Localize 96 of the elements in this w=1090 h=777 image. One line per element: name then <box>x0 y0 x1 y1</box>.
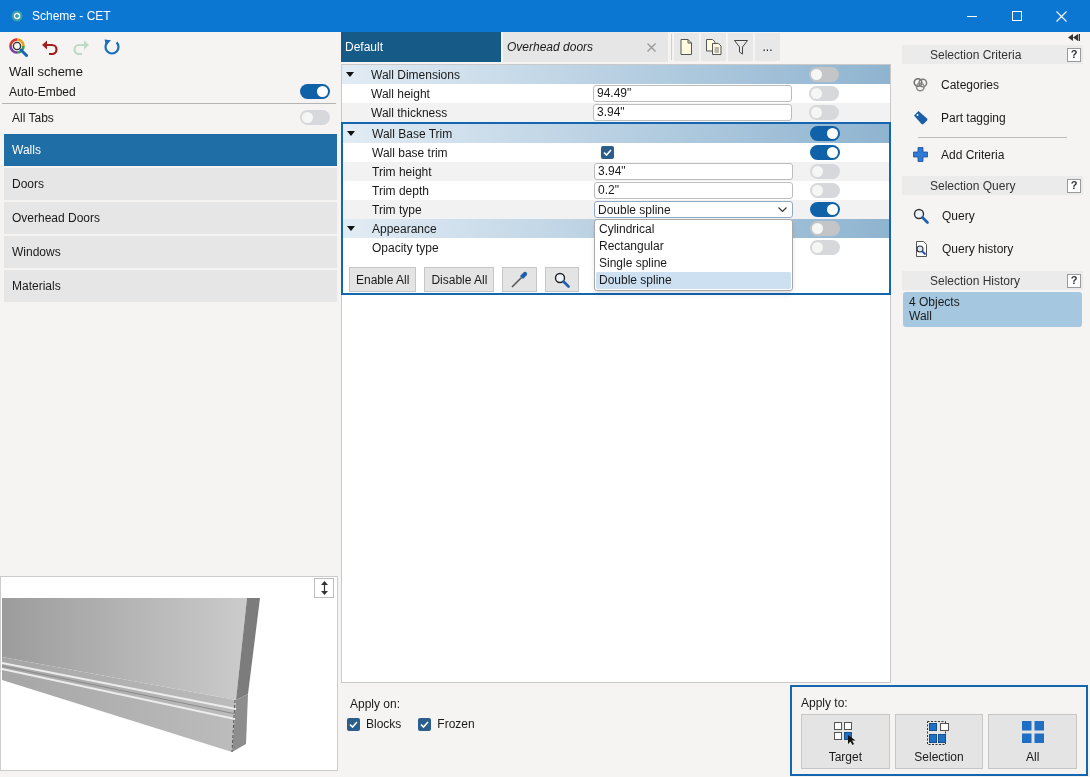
category-item[interactable]: Doors <box>4 168 337 200</box>
copy-button[interactable] <box>701 33 726 61</box>
category-item[interactable]: Materials <box>4 270 337 302</box>
all-tabs-label: All Tabs <box>12 109 54 127</box>
squares-cursor-icon <box>833 721 858 745</box>
search-button[interactable] <box>545 267 580 292</box>
group-title: Wall Dimensions <box>371 67 460 82</box>
filter-button[interactable] <box>728 33 753 61</box>
toggle-switch[interactable] <box>809 86 839 101</box>
property-label: Trim type <box>372 202 422 217</box>
property-label: Trim height <box>372 164 432 179</box>
property-label: Wall height <box>371 86 430 101</box>
eyedropper-icon <box>511 271 529 288</box>
apply-on-label: Apply on: <box>350 697 401 711</box>
toggle-switch[interactable] <box>810 145 840 160</box>
checkbox-label: Blocks <box>366 716 402 733</box>
history-item[interactable]: 4 Objects Wall <box>903 292 1082 327</box>
apply-button[interactable]: Target <box>801 714 890 769</box>
action-button[interactable]: Disable All <box>424 267 495 292</box>
rings-icon <box>913 77 928 92</box>
caret-icon[interactable] <box>347 226 355 231</box>
eyedropper-button[interactable] <box>502 267 538 292</box>
input-field[interactable]: 94.49" <box>593 85 792 102</box>
tag-icon <box>913 110 928 125</box>
section-title: Selection Query <box>930 178 1016 193</box>
property-label: Trim depth <box>372 183 429 198</box>
chevron-down-icon <box>778 207 787 212</box>
property-label: Wall thickness <box>371 105 448 120</box>
auto-embed-label: Auto-Embed <box>9 83 76 101</box>
double-arrow-left-icon[interactable] <box>1068 34 1080 41</box>
menu-item[interactable]: Categories <box>913 68 1000 101</box>
checkbox-label: Frozen <box>437 716 475 733</box>
plus-icon <box>913 147 928 162</box>
undo-icon[interactable] <box>41 39 59 55</box>
more-button[interactable]: ... <box>755 33 780 61</box>
apply-button[interactable]: All <box>988 714 1077 769</box>
category-item[interactable]: Overhead Doors <box>4 202 337 234</box>
dropdown-field[interactable]: Double spline <box>594 201 793 218</box>
minimize-icon[interactable] <box>966 15 977 17</box>
apply-to-label: Apply to: <box>801 696 848 710</box>
menu-item[interactable]: Add Criteria <box>913 138 1005 171</box>
toggle-switch[interactable] <box>809 105 839 120</box>
input-field[interactable]: 3.94" <box>594 163 793 180</box>
help-button[interactable]: ? <box>1067 178 1081 193</box>
menu-item[interactable]: Query history <box>913 232 1014 265</box>
tab[interactable]: Overhead doors <box>503 32 668 62</box>
category-item[interactable]: Windows <box>4 236 337 268</box>
help-button[interactable]: ? <box>1067 47 1081 62</box>
document-search-icon <box>913 240 929 257</box>
checkbox[interactable] <box>601 146 614 159</box>
selection-squares-icon <box>927 721 951 745</box>
group-title: Wall Base Trim <box>372 126 453 141</box>
input-field[interactable]: 3.94" <box>593 104 792 121</box>
help-button[interactable]: ? <box>1067 273 1081 288</box>
caret-icon[interactable] <box>346 72 354 77</box>
section-title: Selection Criteria <box>930 47 1022 62</box>
toggle-switch[interactable] <box>810 221 840 236</box>
toggle-switch[interactable] <box>300 110 330 125</box>
copy-icon <box>705 39 722 55</box>
filter-icon <box>733 39 748 55</box>
caret-icon[interactable] <box>347 131 355 136</box>
input-field[interactable]: 0.2" <box>594 182 793 199</box>
toggle-switch[interactable] <box>300 84 330 99</box>
window-title: Scheme - CET <box>32 8 111 24</box>
toggle-switch[interactable] <box>810 126 840 141</box>
document-icon <box>680 39 693 55</box>
tab[interactable]: Default <box>341 32 501 62</box>
checkbox[interactable] <box>418 717 432 731</box>
apply-button[interactable]: Selection <box>894 714 984 769</box>
dropdown-option[interactable]: Cylindrical <box>596 221 791 238</box>
vertical-arrows-icon <box>320 581 328 595</box>
toggle-switch[interactable] <box>809 67 839 82</box>
section-title: Selection History <box>930 273 1021 288</box>
search-icon[interactable] <box>8 37 28 57</box>
toggle-switch[interactable] <box>810 183 840 198</box>
refresh-icon[interactable] <box>103 38 121 56</box>
property-label: Opacity type <box>372 240 439 255</box>
group-title: Appearance <box>372 221 437 236</box>
new-document-button[interactable] <box>674 33 699 61</box>
toggle-switch[interactable] <box>810 164 840 179</box>
resize-button[interactable] <box>314 578 334 598</box>
search-icon <box>554 271 571 288</box>
maximize-icon[interactable] <box>1011 11 1022 21</box>
dropdown-option[interactable]: Double spline <box>596 272 791 289</box>
checkbox[interactable] <box>347 717 360 731</box>
toggle-switch[interactable] <box>810 240 840 255</box>
property-label: Wall base trim <box>372 145 448 160</box>
scheme-name: Wall scheme <box>9 64 83 80</box>
category-item[interactable]: Walls <box>4 134 337 166</box>
toggle-switch[interactable] <box>810 202 840 217</box>
menu-item[interactable]: Query <box>913 199 975 232</box>
app-logo-icon <box>11 10 23 22</box>
grid-squares-icon <box>1021 721 1044 743</box>
search-icon <box>913 207 929 224</box>
action-button[interactable]: Enable All <box>349 267 417 292</box>
menu-item[interactable]: Part tagging <box>913 101 1006 134</box>
